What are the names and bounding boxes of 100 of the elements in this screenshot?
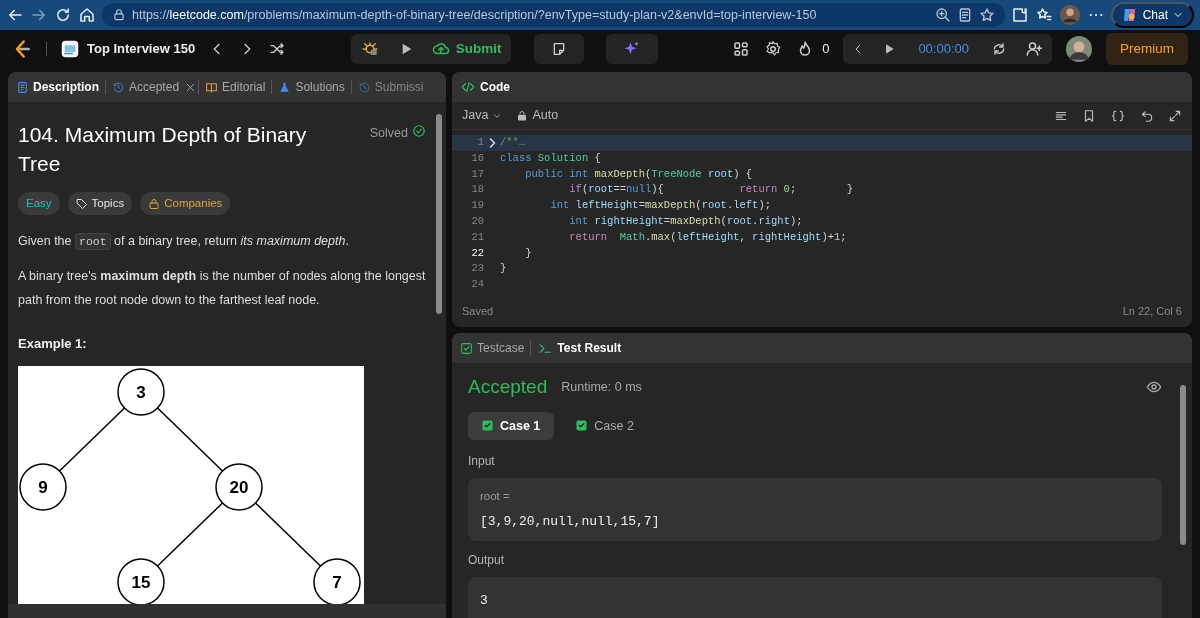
line-number: 1 (476, 135, 485, 150)
history-icon (112, 80, 125, 94)
note-button[interactable] (533, 34, 584, 64)
code-line: return Math.max(leftHeight, rightHeight)+1; (568, 229, 847, 245)
close-icon[interactable] (185, 81, 197, 93)
case-tab[interactable]: Case 2 (562, 411, 648, 441)
line-number: 16 (470, 150, 485, 166)
document-icon (16, 80, 29, 94)
ai-button[interactable] (605, 34, 658, 64)
refresh-icon[interactable] (54, 6, 72, 24)
code-tab[interactable]: Code (456, 76, 514, 98)
avatar-icon[interactable] (1058, 4, 1081, 26)
solved-status: Solved (369, 125, 408, 142)
case-tab[interactable]: Case 1 (468, 411, 555, 441)
scrollbar-thumb[interactable] (1180, 385, 1186, 546)
mode-label: Auto (532, 107, 559, 125)
tree-edge (58, 407, 126, 472)
line-number: 22 (470, 245, 485, 261)
expand-icon[interactable] (1168, 108, 1182, 123)
terminal-icon (537, 341, 554, 355)
home-icon[interactable] (78, 6, 96, 24)
lock-icon (516, 109, 529, 122)
reset-icon[interactable] (991, 41, 1007, 57)
book-icon (205, 80, 219, 94)
code-line: int rightHeight=maxDepth(root.right); (568, 214, 803, 229)
star-icon[interactable] (978, 7, 995, 23)
tag-icon (75, 197, 88, 210)
code-line: } (524, 245, 532, 261)
line-number: 21 (470, 229, 485, 245)
line-number: 20 (470, 214, 485, 229)
tab[interactable]: Description (12, 76, 103, 98)
study-plan-icon (61, 40, 79, 58)
code-line: class Solution { (500, 150, 601, 166)
tree-edge (156, 407, 224, 472)
timer-text[interactable]: 00:00:00 (914, 39, 973, 59)
extensions-icon[interactable] (1010, 6, 1029, 24)
tree-node: 9 (19, 463, 67, 511)
study-plan-title[interactable]: Top Interview 150 (87, 39, 196, 59)
code-line: /**… (500, 135, 526, 150)
example-title: Example 1: (18, 335, 88, 354)
verdict-text: Accepted (468, 375, 548, 400)
scrollbar-thumb[interactable] (436, 114, 442, 314)
tab[interactable]: Editorial (201, 76, 270, 98)
url-text: https://leetcode.com/problems/maximum-depth-of-binary-tree/description/?envType=study-plan-v2&envId=top-interview-150 (132, 6, 817, 24)
tree-node: 7 (313, 558, 361, 604)
history-icon (357, 80, 371, 94)
premium-button[interactable]: Premium (1106, 32, 1188, 66)
cursor-position: Ln 22, Col 6 (1122, 303, 1182, 319)
braces-icon[interactable] (1110, 108, 1126, 123)
language-dropdown[interactable]: Java (462, 106, 503, 125)
save-status: Saved (462, 303, 494, 319)
tab[interactable]: Accepted (108, 76, 184, 98)
problem-title: 104. Maximum Depth of Binary Tree (18, 122, 308, 177)
line-number: 23 (470, 261, 485, 277)
code-line: int leftHeight=maxDepth(root.left); (549, 198, 772, 214)
tag-button[interactable]: Topics (67, 192, 133, 216)
tree-node: 15 (117, 558, 165, 604)
code-line: public int maxDepth(TreeNode root) { (524, 166, 753, 182)
tree-edge (156, 502, 224, 567)
description-text: Given the root of a binary tree, return its maximum depth. (18, 232, 350, 253)
add-user-icon[interactable] (1025, 40, 1043, 58)
runtime-text: Runtime: 0 ms (561, 378, 642, 396)
input-value: [3,9,20,null,null,15,7] (480, 512, 661, 531)
tag-button[interactable]: Companies (140, 192, 231, 216)
fold-icon[interactable] (488, 136, 497, 149)
description-text: A binary tree's maximum depth is the number of nodes along the longest path from the root node down to the farthest leaf node. (18, 268, 426, 310)
address-bar[interactable]: https://leetcode.com/problems/maximum-depth-of-binary-tree/description/?envType=study-plan-v2&envId=top-interview-150 (102, 3, 1005, 27)
difficulty-tag[interactable]: Easy (18, 192, 60, 216)
tree-edge (254, 502, 322, 567)
flask-icon (278, 80, 292, 94)
tab[interactable]: Testcase (456, 337, 529, 360)
variable-name: root = (480, 489, 511, 505)
line-number: 18 (470, 182, 485, 198)
lock-icon (112, 8, 126, 22)
line-number: 19 (470, 198, 485, 214)
tab[interactable]: Submissi (353, 76, 428, 98)
undo-icon[interactable] (1140, 108, 1154, 123)
bookmark-icon[interactable] (1082, 108, 1096, 123)
input-label: Input (468, 453, 496, 471)
output-label: Output (468, 552, 506, 570)
streak-count: 0 (822, 40, 830, 59)
checkbox-icon (460, 341, 473, 355)
submit-button[interactable]: Submit (422, 34, 511, 64)
tree-node: 20 (215, 463, 263, 511)
tree-node: 3 (117, 368, 165, 416)
output-value: 3 (480, 592, 489, 611)
layout-icon[interactable] (732, 40, 751, 58)
tab[interactable]: Solutions (274, 76, 349, 98)
line-number: 24 (470, 277, 485, 293)
avatar-icon[interactable] (1066, 36, 1092, 62)
settings-icon[interactable] (764, 40, 783, 58)
code-line: if(root==null){ return 0; } (568, 182, 853, 198)
shuffle-icon[interactable] (269, 41, 286, 57)
tab[interactable]: Test Result (533, 337, 626, 360)
code-line: } (500, 261, 507, 277)
line-number: 17 (470, 166, 485, 182)
zoom-icon[interactable] (934, 7, 951, 23)
lock-icon (148, 197, 161, 210)
chat-button[interactable]: Chat (1110, 2, 1194, 28)
code-icon (460, 80, 476, 94)
